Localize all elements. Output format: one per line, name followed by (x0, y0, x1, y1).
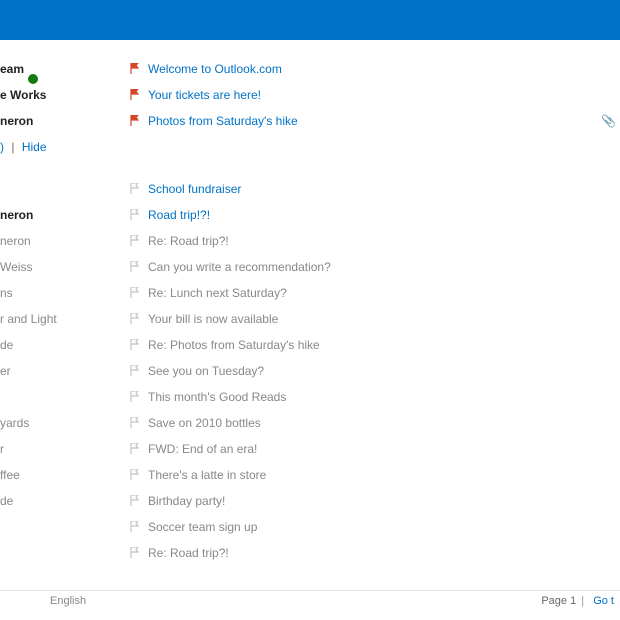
sender-name: r and Light (0, 306, 57, 332)
sender-name: er (0, 358, 11, 384)
separator: | (581, 595, 584, 607)
message-row[interactable]: neron Road trip!?! (0, 202, 620, 228)
subject-link[interactable]: Welcome to Outlook.com (148, 56, 282, 82)
message-row[interactable]: r and Light Your bill is now available (0, 306, 620, 332)
message-list: eam Welcome to Outlook.com e Works Your tic… (0, 40, 620, 566)
flag-icon[interactable] (130, 109, 142, 135)
page-indicator: Page 1 (541, 595, 576, 607)
sender-name: neron (0, 228, 31, 254)
message-row[interactable]: Re: Road trip?! (0, 540, 620, 566)
message-row[interactable]: ffee There's a latte in store (0, 462, 620, 488)
flag-icon[interactable] (130, 307, 142, 333)
message-row[interactable]: neron Photos from Saturday's hike 📎 (0, 108, 620, 134)
flag-icon[interactable] (130, 463, 142, 489)
sender-name: ns (0, 280, 13, 306)
message-row[interactable]: de Re: Photos from Saturday's hike (0, 332, 620, 358)
flag-icon[interactable] (130, 333, 142, 359)
subject-link[interactable]: Soccer team sign up (148, 514, 257, 540)
flag-icon[interactable] (130, 359, 142, 385)
subject-link[interactable]: Your tickets are here! (148, 82, 261, 108)
flag-icon[interactable] (130, 255, 142, 281)
sender-name: ffee (0, 462, 20, 488)
message-row[interactable]: de Birthday party! (0, 488, 620, 514)
subject-link[interactable]: Road trip!?! (148, 202, 210, 228)
subject-link[interactable]: Re: Lunch next Saturday? (148, 280, 287, 306)
separator: | (11, 140, 14, 154)
message-row[interactable]: neron Re: Road trip?! (0, 228, 620, 254)
flag-icon[interactable] (130, 203, 142, 229)
subject-link[interactable]: This month's Good Reads (148, 384, 286, 410)
sender-name: de (0, 332, 13, 358)
message-row[interactable]: r FWD: End of an era! (0, 436, 620, 462)
message-row[interactable]: Soccer team sign up (0, 514, 620, 540)
message-row[interactable]: Weiss Can you write a recommendation? (0, 254, 620, 280)
subject-link[interactable]: FWD: End of an era! (148, 436, 257, 462)
subject-link[interactable]: Re: Road trip?! (148, 540, 229, 566)
sender-name: de (0, 488, 13, 514)
subject-link[interactable]: School fundraiser (148, 176, 241, 202)
section-toggle-left[interactable]: ) (0, 140, 4, 154)
flag-icon[interactable] (130, 83, 142, 109)
flag-icon[interactable] (130, 541, 142, 567)
flag-icon[interactable] (130, 411, 142, 437)
subject-link[interactable]: Re: Road trip?! (148, 228, 229, 254)
sender-name: eam (0, 56, 24, 82)
pager: Page 1 | Go t (541, 595, 614, 607)
sender-name: neron (0, 202, 33, 228)
sender-name: e Works (0, 82, 46, 108)
flag-icon[interactable] (130, 229, 142, 255)
subject-link[interactable]: Your bill is now available (148, 306, 278, 332)
sender-name: r (0, 436, 4, 462)
app-header-bar (0, 0, 620, 40)
go-to-page-link[interactable]: Go t (593, 595, 614, 607)
sender-name: neron (0, 108, 33, 134)
flag-icon[interactable] (130, 177, 142, 203)
message-row[interactable]: yards Save on 2010 bottles (0, 410, 620, 436)
flag-icon[interactable] (130, 385, 142, 411)
message-row[interactable]: e Works Your tickets are here! (0, 82, 620, 108)
subject-link[interactable]: Birthday party! (148, 488, 225, 514)
message-row[interactable]: eam Welcome to Outlook.com (0, 56, 620, 82)
message-row[interactable]: er See you on Tuesday? (0, 358, 620, 384)
subject-link[interactable]: There's a latte in store (148, 462, 266, 488)
section-control-row: ) | Hide (0, 134, 620, 160)
flag-icon[interactable] (130, 489, 142, 515)
message-row[interactable]: School fundraiser (0, 176, 620, 202)
hide-link[interactable]: Hide (22, 140, 47, 154)
language-selector[interactable]: English (50, 595, 86, 607)
message-row[interactable]: ns Re: Lunch next Saturday? (0, 280, 620, 306)
subject-link[interactable]: See you on Tuesday? (148, 358, 264, 384)
flag-icon[interactable] (130, 437, 142, 463)
subject-link[interactable]: Save on 2010 bottles (148, 410, 261, 436)
attachment-icon: 📎 (601, 108, 616, 134)
subject-link[interactable]: Photos from Saturday's hike (148, 108, 298, 134)
flag-icon[interactable] (130, 515, 142, 541)
subject-link[interactable]: Can you write a recommendation? (148, 254, 331, 280)
sender-name: yards (0, 410, 29, 436)
footer-bar: English Page 1 | Go t (0, 590, 620, 614)
flag-icon[interactable] (130, 281, 142, 307)
message-row[interactable]: This month's Good Reads (0, 384, 620, 410)
sender-name: Weiss (0, 254, 32, 280)
subject-link[interactable]: Re: Photos from Saturday's hike (148, 332, 320, 358)
flag-icon[interactable] (130, 57, 142, 83)
